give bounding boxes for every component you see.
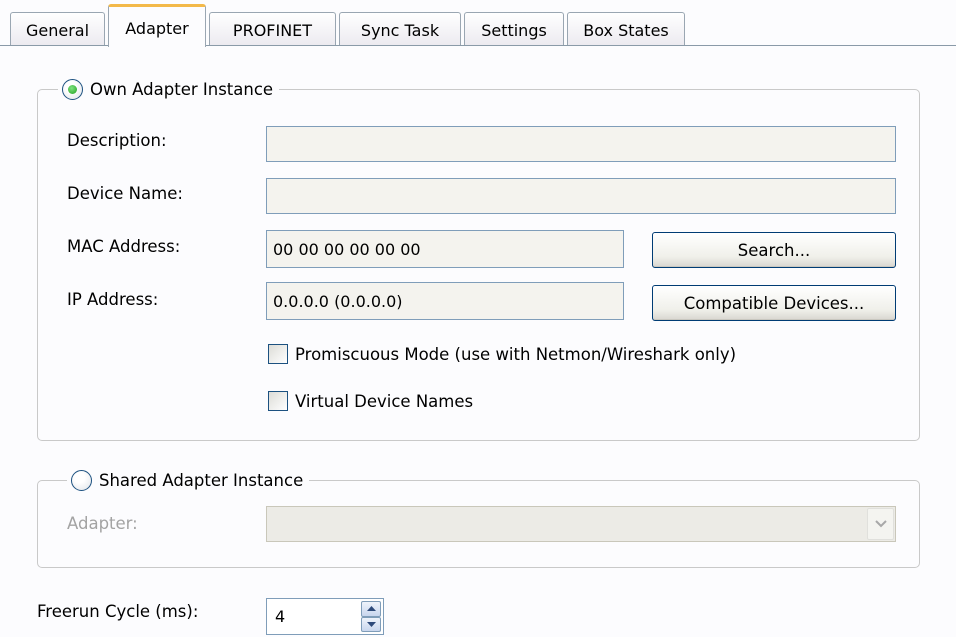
tab-settings[interactable]: Settings <box>464 12 564 45</box>
shared-adapter-radio-button[interactable] <box>71 469 92 491</box>
arrow-down-icon <box>366 621 376 627</box>
freerun-cycle-label: Freerun Cycle (ms): <box>37 602 199 621</box>
compatible-devices-button[interactable]: Compatible Devices... <box>652 285 896 321</box>
shared-adapter-radio[interactable]: Shared Adapter Instance <box>67 466 310 494</box>
shared-adapter-label: Shared Adapter Instance <box>99 470 304 490</box>
search-button[interactable]: Search... <box>652 232 896 268</box>
radio-selected-dot <box>68 84 77 94</box>
arrow-up-icon <box>366 606 376 612</box>
ip-address-label: IP Address: <box>67 290 159 309</box>
description-field[interactable] <box>266 126 896 162</box>
tab-strip: General Adapter PROFINET Sync Task Setti… <box>0 0 956 47</box>
own-adapter-radio-button[interactable] <box>62 78 83 100</box>
tab-box-states[interactable]: Box States <box>567 12 685 45</box>
device-name-label: Device Name: <box>67 184 183 203</box>
adapter-dropdown[interactable] <box>266 506 896 542</box>
dropdown-arrow-button[interactable] <box>867 508 894 540</box>
chevron-down-icon <box>874 520 887 528</box>
virtual-device-names-checkbox[interactable] <box>268 391 288 411</box>
device-name-field[interactable] <box>266 178 896 214</box>
mac-address-label: MAC Address: <box>67 237 181 256</box>
promiscuous-mode-option[interactable]: Promiscuous Mode (use with Netmon/Wiresh… <box>268 344 736 364</box>
adapter-label: Adapter: <box>67 514 138 533</box>
own-adapter-radio[interactable]: Own Adapter Instance <box>58 75 280 103</box>
ip-address-field[interactable]: 0.0.0.0 (0.0.0.0) <box>266 282 624 320</box>
tab-adapter[interactable]: Adapter <box>108 4 206 47</box>
freerun-cycle-input[interactable]: 4 <box>266 598 384 635</box>
spin-down-button[interactable] <box>361 616 381 632</box>
description-label: Description: <box>67 131 167 150</box>
freerun-cycle-value: 4 <box>275 607 286 626</box>
spin-up-button[interactable] <box>361 601 381 617</box>
mac-address-field[interactable]: 00 00 00 00 00 00 <box>266 230 624 268</box>
promiscuous-mode-label: Promiscuous Mode (use with Netmon/Wiresh… <box>295 344 737 364</box>
adapter-settings-panel: General Adapter PROFINET Sync Task Setti… <box>0 0 956 637</box>
own-adapter-label: Own Adapter Instance <box>90 79 274 99</box>
promiscuous-mode-checkbox[interactable] <box>268 344 288 364</box>
tab-general[interactable]: General <box>10 12 105 45</box>
tab-profinet[interactable]: PROFINET <box>209 12 336 45</box>
virtual-device-names-option[interactable]: Virtual Device Names <box>268 391 473 411</box>
virtual-device-names-label: Virtual Device Names <box>295 391 474 411</box>
tab-sync-task[interactable]: Sync Task <box>339 12 461 45</box>
freerun-spinner[interactable] <box>361 601 381 632</box>
